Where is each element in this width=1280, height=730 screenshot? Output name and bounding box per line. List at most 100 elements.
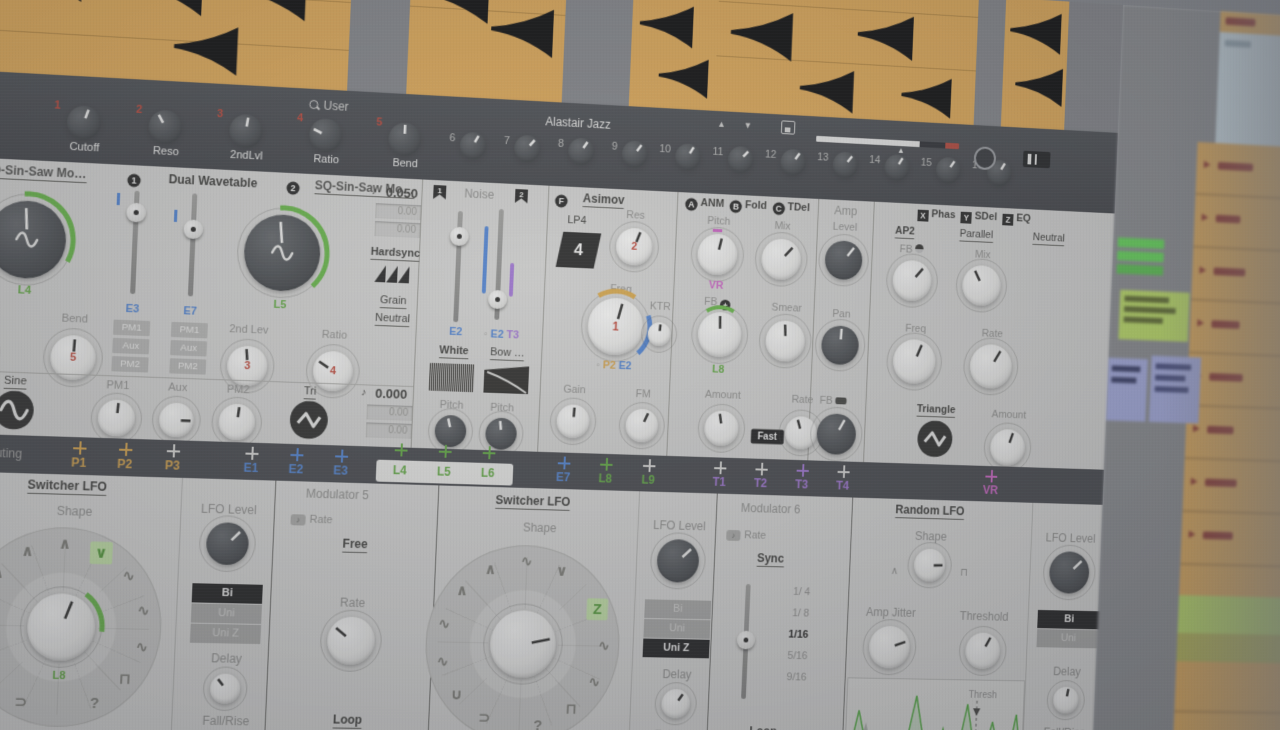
lfo2-pol-uni[interactable]: Uni <box>643 619 710 639</box>
mod6-rate-slider[interactable] <box>735 584 758 699</box>
ktr-knob[interactable] <box>647 322 671 346</box>
sine-wave-icon[interactable] <box>0 390 35 435</box>
division-option[interactable]: 5/16 <box>775 645 808 667</box>
noise-type1-label[interactable]: White <box>439 344 469 359</box>
lfo2-level-knob[interactable] <box>656 539 700 583</box>
osc2-fine-a[interactable]: 0.00 <box>375 203 421 220</box>
triangle-wave-icon[interactable] <box>917 420 954 462</box>
slot-move-icon[interactable] <box>335 449 348 462</box>
filter-type-label[interactable]: LP4 <box>567 214 586 227</box>
lfo1-pol-uniz[interactable]: Uni Z <box>190 624 261 644</box>
fx2-mix-knob[interactable] <box>962 265 1002 307</box>
midi-keyboard-icon[interactable] <box>1023 151 1051 169</box>
drum-clip[interactable] <box>1001 0 1070 135</box>
res-knob[interactable]: 2 <box>615 227 653 266</box>
clip-play-icon[interactable]: ▶ <box>1191 476 1198 487</box>
rnd-pol-bi[interactable]: Bi <box>1037 610 1101 629</box>
fx2-amount-knob[interactable] <box>990 429 1026 466</box>
preset-up-button[interactable]: ▲ <box>717 119 726 129</box>
fx2-freq-knob[interactable] <box>892 339 936 385</box>
session-clip-lime[interactable] <box>1118 290 1189 342</box>
clip-play-icon[interactable]: ▶ <box>1193 423 1200 434</box>
slot-move-icon[interactable] <box>73 441 87 455</box>
slot-move-icon[interactable] <box>119 443 133 457</box>
fx-slot-z-badge[interactable]: Z <box>1002 214 1013 226</box>
slot-move-icon[interactable] <box>755 463 768 476</box>
division-option-active[interactable]: 1/16 <box>776 624 809 646</box>
osc1-tune-value[interactable]: 0.000 <box>375 385 408 401</box>
slot-move-icon[interactable] <box>245 447 259 460</box>
routing-slot[interactable]: L8 <box>598 471 612 485</box>
amp-jitter-knob[interactable] <box>868 626 910 669</box>
lfo1-pol-uni[interactable]: Uni <box>191 603 262 624</box>
lfo1-pol-bi[interactable]: Bi <box>192 583 263 604</box>
slot-move-icon[interactable] <box>558 456 571 469</box>
note-icon[interactable]: ♪ <box>372 185 377 196</box>
neutral-label[interactable]: Neutral <box>375 312 410 327</box>
osc2-env-slider[interactable] <box>181 193 205 297</box>
fx2-fb-knob[interactable] <box>892 260 932 302</box>
routing-slot[interactable]: L5 <box>437 464 451 478</box>
routing-slot[interactable]: T3 <box>795 477 809 491</box>
routing-slot[interactable]: L9 <box>641 473 655 487</box>
slot-move-icon[interactable] <box>167 444 181 458</box>
sine-label[interactable]: Sine <box>4 375 27 390</box>
fx2-sub3[interactable]: Neutral <box>1033 231 1066 246</box>
division-option[interactable]: 9/16 <box>774 666 807 688</box>
routing-slot[interactable]: T1 <box>712 475 726 489</box>
macro-knob-10[interactable] <box>674 142 701 170</box>
gain-knob[interactable] <box>556 404 590 439</box>
clip-incident-kit[interactable]: Incident Kit - 1-150 Bpm - 154 - 1 <box>714 0 979 130</box>
noise-slider-2[interactable] <box>488 209 511 320</box>
pan-knob[interactable] <box>821 325 860 365</box>
routing-slot[interactable]: T2 <box>754 476 768 490</box>
session-clip-slot[interactable] <box>1215 11 1280 153</box>
lfo1-active-shape[interactable]: ∨ <box>90 542 113 565</box>
macro-knob-12[interactable] <box>780 148 806 175</box>
fx2-sub2[interactable]: Parallel <box>959 228 993 243</box>
dest-pm1[interactable]: PM1 <box>113 320 150 337</box>
dest-aux[interactable]: Aux <box>112 338 149 355</box>
macro-knob-6[interactable] <box>459 131 486 159</box>
filter-poles-banner[interactable]: 4 <box>556 231 602 268</box>
slot-move-icon[interactable] <box>482 446 495 459</box>
dest-pm2[interactable]: PM2 <box>111 356 148 373</box>
osc1-fine-a[interactable]: 0.00 <box>366 404 412 420</box>
fx1-fb-knob[interactable] <box>697 311 742 358</box>
fm-knob[interactable] <box>625 408 659 442</box>
lfo1-title[interactable]: Switcher LFO <box>27 477 107 496</box>
slot-move-icon[interactable] <box>394 443 407 456</box>
slot-move-icon[interactable] <box>985 470 997 483</box>
noise-flag-1[interactable]: 1 <box>433 185 446 199</box>
macro-knob-cutoff[interactable] <box>66 104 101 139</box>
lfo1-delay-knob[interactable] <box>209 673 240 704</box>
lfo2-active-shape[interactable]: Z <box>586 598 608 620</box>
slot-move-icon[interactable] <box>439 445 452 458</box>
macro-knob-bend[interactable] <box>387 121 421 155</box>
slot-move-icon[interactable] <box>290 448 304 461</box>
session-clip-lime-band[interactable] <box>1178 595 1280 637</box>
noise-pitch1-knob[interactable] <box>434 415 467 448</box>
fx-slot-x-badge[interactable]: X <box>917 210 928 222</box>
save-icon[interactable] <box>781 120 796 134</box>
meter-marker[interactable]: ▲ <box>897 146 905 155</box>
mod6-rate-tag[interactable]: ♪Rate <box>726 529 766 542</box>
fx2-sub1[interactable]: AP2 <box>895 225 915 239</box>
lfo2-title[interactable]: Switcher LFO <box>495 493 570 511</box>
routing-slot[interactable]: P2 <box>117 457 133 472</box>
amp-level-knob[interactable] <box>824 240 863 280</box>
fx-slot-b-badge[interactable]: B <box>730 200 743 213</box>
osc1-title[interactable]: SQ-Sin-Saw Mo… <box>0 162 87 183</box>
osc2-fine-b[interactable]: 0.00 <box>374 221 420 238</box>
preset-name[interactable]: Alastair Jazz <box>545 114 611 131</box>
slot-move-icon[interactable] <box>796 464 809 477</box>
fx2-rate-knob[interactable] <box>969 344 1013 390</box>
macro-knob-13[interactable] <box>832 151 858 178</box>
clip-play-icon[interactable]: ▶ <box>1204 159 1211 170</box>
lfo2-delay-knob[interactable] <box>661 689 691 719</box>
pm2-knob[interactable] <box>218 403 256 440</box>
lfo2-pol-bi[interactable]: Bi <box>644 599 711 619</box>
macro-knob-reso[interactable] <box>147 109 182 144</box>
macro-knob-14[interactable] <box>884 153 910 180</box>
mod5-mode[interactable]: Free <box>342 537 368 554</box>
